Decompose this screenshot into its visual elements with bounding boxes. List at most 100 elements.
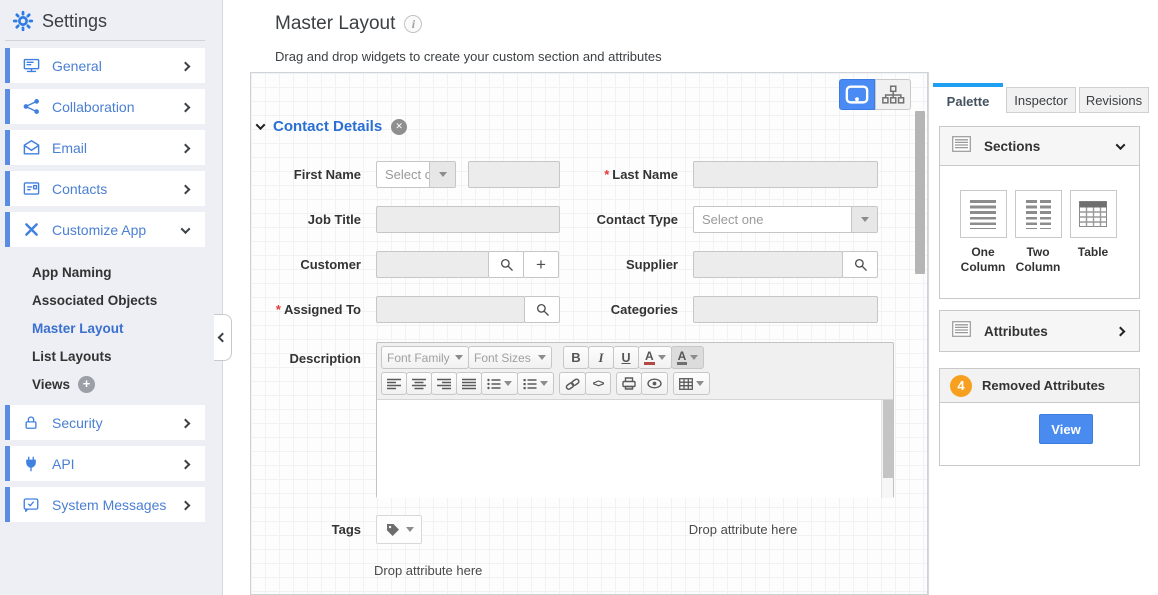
monitor-icon — [21, 56, 41, 76]
align-justify-button[interactable] — [456, 372, 482, 395]
bullet-list-button[interactable] — [481, 372, 518, 395]
desktop-view-icon — [845, 84, 869, 106]
sidebar-subitem-associated-objects[interactable]: Associated Objects — [32, 286, 157, 314]
assigned-to-search-button[interactable] — [524, 296, 560, 323]
chevron-down-icon[interactable] — [429, 162, 455, 187]
chevron-right-icon — [181, 143, 191, 153]
chevron-right-icon — [181, 61, 191, 71]
sidebar-item-label: Email — [52, 140, 87, 156]
link-icon — [565, 378, 580, 390]
sidebar-item-email[interactable]: Email — [5, 130, 205, 165]
drop-zone[interactable]: Drop attribute here — [374, 563, 482, 578]
chevron-down-icon[interactable] — [851, 207, 877, 232]
info-icon[interactable]: i — [404, 15, 422, 33]
sidebar-item-label: General — [52, 58, 102, 74]
tab-palette[interactable]: Palette — [933, 83, 1003, 115]
assigned-to-input[interactable] — [376, 296, 525, 323]
supplier-search-button[interactable] — [842, 251, 878, 278]
sidebar-collapse-handle[interactable] — [214, 314, 232, 361]
widget-two-column[interactable]: Two Column — [1014, 190, 1062, 275]
sidebar-item-label: Contacts — [52, 181, 107, 197]
align-left-icon — [387, 378, 401, 390]
sections-panel-header[interactable]: Sections — [939, 126, 1140, 166]
underline-button[interactable]: U — [613, 346, 639, 369]
align-center-icon — [412, 378, 426, 390]
section-collapse-icon[interactable] — [256, 120, 266, 130]
view-removed-button[interactable]: View — [1039, 414, 1093, 444]
supplier-input[interactable] — [693, 251, 843, 278]
bold-button[interactable]: B — [563, 346, 589, 369]
tag-icon — [385, 522, 401, 538]
print-button[interactable] — [616, 372, 642, 395]
font-sizes-select[interactable]: Font Sizes — [468, 346, 552, 369]
table-button[interactable] — [673, 372, 710, 395]
widget-one-column[interactable]: One Column — [959, 190, 1007, 275]
chevron-down-icon — [1116, 140, 1126, 150]
sidebar-item-api[interactable]: API — [5, 446, 205, 481]
categories-input[interactable] — [693, 296, 878, 323]
customer-input[interactable] — [376, 251, 489, 278]
sidebar-item-security[interactable]: Security — [5, 405, 205, 440]
job-title-input[interactable] — [376, 206, 560, 233]
attributes-panel-header[interactable]: Attributes — [939, 310, 1140, 352]
sidebar-subitem-views[interactable]: Views + — [32, 370, 157, 398]
sections-icon — [952, 136, 971, 157]
widget-table[interactable]: Table — [1069, 190, 1117, 275]
tags-label: Tags — [251, 516, 361, 543]
background-color-icon: A — [677, 350, 688, 365]
section-title[interactable]: Contact Details — [273, 118, 382, 135]
sidebar-item-label: Collaboration — [52, 99, 135, 115]
font-family-select[interactable]: Font Family — [381, 346, 469, 369]
canvas-scrollbar-thumb[interactable] — [915, 111, 925, 274]
description-editor-body[interactable] — [377, 399, 893, 498]
salutation-select[interactable]: Select one — [376, 161, 456, 188]
sidebar-item-general[interactable]: General — [5, 48, 205, 83]
job-title-label: Job Title — [251, 206, 361, 233]
link-button[interactable] — [559, 372, 586, 395]
search-icon — [499, 257, 514, 272]
code-button[interactable]: <> — [585, 372, 611, 395]
tree-view-button[interactable] — [875, 79, 911, 110]
tab-revisions[interactable]: Revisions — [1079, 87, 1149, 113]
sidebar-item-collaboration[interactable]: Collaboration — [5, 89, 205, 124]
table-icon — [1079, 201, 1107, 227]
sidebar-item-system-messages[interactable]: System Messages — [5, 487, 205, 522]
customer-search-button[interactable] — [488, 251, 524, 278]
contact-type-select[interactable]: Select one — [693, 206, 878, 233]
drop-zone[interactable]: Drop attribute here — [643, 522, 843, 537]
sidebar-subitem-master-layout[interactable]: Master Layout — [32, 314, 157, 342]
tags-button[interactable] — [376, 515, 422, 544]
align-center-button[interactable] — [406, 372, 432, 395]
text-color-button[interactable]: A — [638, 346, 672, 369]
page-subtitle: Drag and drop widgets to create your cus… — [275, 49, 662, 64]
two-column-icon — [1015, 190, 1062, 238]
first-name-input[interactable] — [468, 161, 560, 188]
customer-add-button[interactable]: + — [523, 251, 559, 278]
numbered-list-button[interactable] — [517, 372, 554, 395]
widget-label: Table — [1078, 245, 1108, 260]
editor-scrollbar-thumb[interactable] — [883, 400, 893, 478]
background-color-button[interactable]: A — [671, 346, 705, 369]
align-left-button[interactable] — [381, 372, 407, 395]
message-check-icon — [21, 495, 41, 515]
preview-button[interactable] — [641, 372, 668, 395]
italic-button[interactable]: I — [588, 346, 614, 369]
align-right-button[interactable] — [431, 372, 457, 395]
code-icon: <> — [593, 378, 604, 390]
remove-section-icon[interactable]: ✕ — [391, 119, 407, 135]
last-name-input[interactable] — [693, 161, 878, 188]
sidebar-subitem-app-naming[interactable]: App Naming — [32, 258, 157, 286]
tab-inspector[interactable]: Inspector — [1006, 87, 1076, 113]
underline-icon: U — [621, 351, 630, 365]
right-panel: Palette Inspector Revisions Sections One… — [928, 72, 1158, 595]
settings-sidebar: Settings General Collaboration — [0, 0, 223, 595]
desktop-view-button[interactable] — [839, 79, 875, 110]
add-view-icon[interactable]: + — [78, 376, 95, 393]
italic-icon: I — [598, 350, 603, 366]
description-label: Description — [251, 345, 361, 372]
sidebar-subitem-list-layouts[interactable]: List Layouts — [32, 342, 157, 370]
sidebar-item-contacts[interactable]: Contacts — [5, 171, 205, 206]
envelope-icon — [21, 138, 41, 158]
sidebar-item-customize-app[interactable]: Customize App — [5, 212, 205, 247]
chevron-right-icon — [181, 418, 191, 428]
